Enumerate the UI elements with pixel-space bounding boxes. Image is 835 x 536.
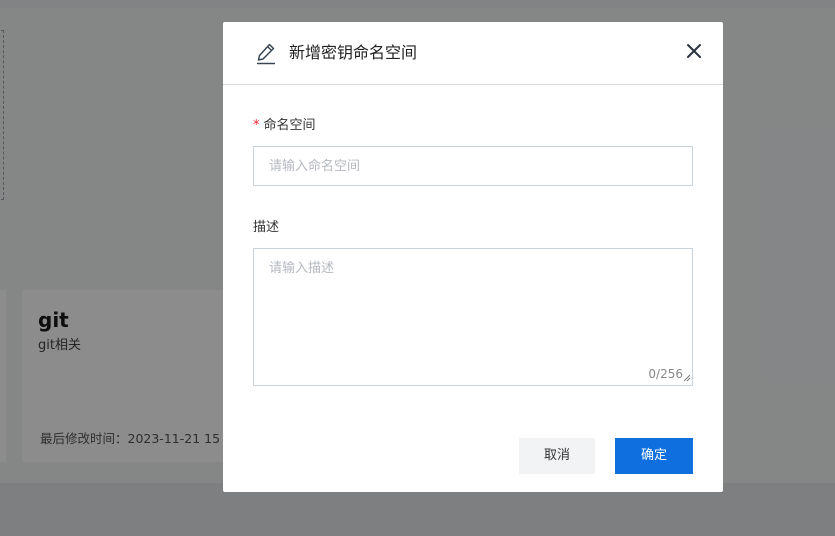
description-label: 描述 xyxy=(253,220,280,235)
confirm-button[interactable]: 确定 xyxy=(615,438,693,474)
required-mark: * xyxy=(253,118,260,133)
char-counter: 0/256 xyxy=(648,367,683,381)
dialog-title: 新增密钥命名空间 xyxy=(289,43,418,62)
edit-pencil-icon xyxy=(257,43,275,65)
page: git git相关 最后修改时间：2023-11-21 15 新增密钥命名空间 … xyxy=(0,0,835,536)
namespace-label: * 命名空间 xyxy=(253,117,316,135)
namespace-label-text: 命名空间 xyxy=(263,118,316,133)
namespace-input[interactable] xyxy=(253,146,693,186)
description-textarea[interactable] xyxy=(253,248,693,386)
cancel-button[interactable]: 取消 xyxy=(519,438,595,474)
create-namespace-dialog: 新增密钥命名空间 *命名空间 描述 0/256 取消 确定 xyxy=(223,22,723,492)
close-icon[interactable] xyxy=(685,42,703,60)
resize-handle-icon[interactable] xyxy=(683,374,691,382)
dialog-header: 新增密钥命名空间 xyxy=(223,22,723,85)
